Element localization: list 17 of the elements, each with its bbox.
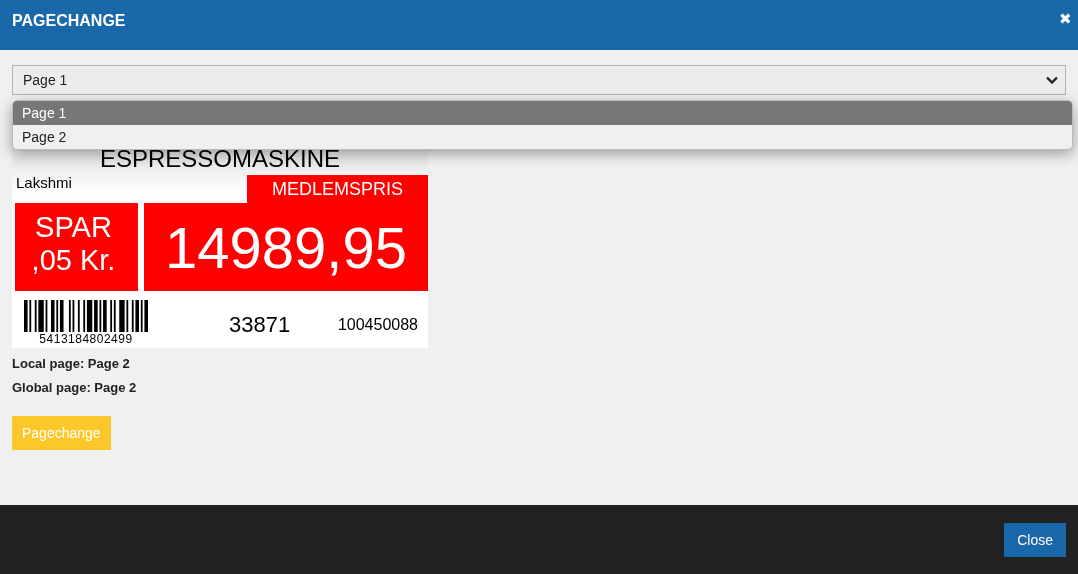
saving-amount: ,05 Kr. [31, 244, 116, 277]
brand-name: Lakshmi [15, 173, 72, 191]
price: 14989,95 [165, 213, 407, 281]
barcode-number: 5413184802499 [39, 332, 133, 346]
page-info: Global page: Page 2 [12, 380, 138, 395]
dropdown-option[interactable]: Page 2 [13, 125, 1072, 149]
member-price-tag: MEDLEMSPRIS [247, 175, 428, 203]
dropdown-option[interactable]: Page 1 [13, 101, 1072, 125]
page-select[interactable]: Page 1 [12, 65, 1066, 95]
product-code: 33871 [229, 312, 291, 338]
chevron-down-icon [1046, 76, 1058, 84]
close-button[interactable]: Close [1004, 522, 1066, 557]
product-name: ESPRESSOMASKINE [98, 146, 342, 172]
saving-text: SPAR [35, 211, 112, 244]
window-title: PAGECHANGE [12, 12, 126, 30]
item-number: 100450088 [337, 316, 418, 334]
page-info: Local page: Page 2 [12, 356, 131, 371]
